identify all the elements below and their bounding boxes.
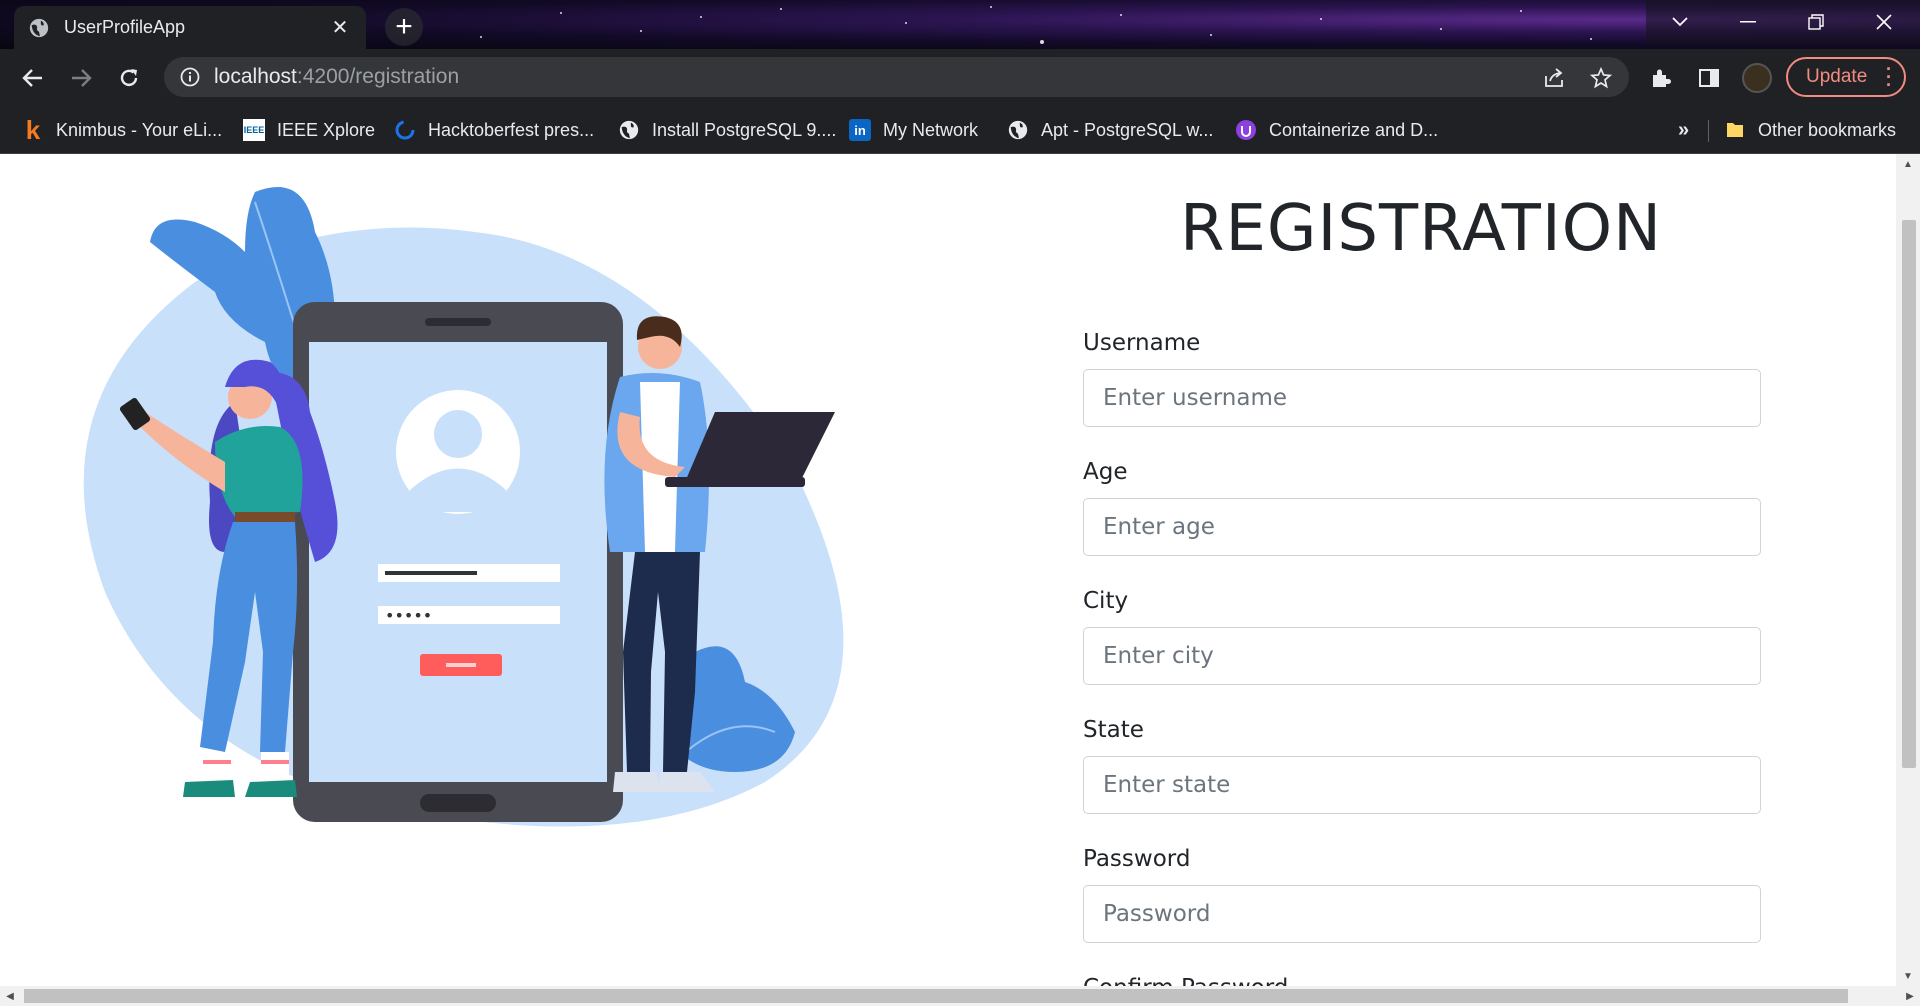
username-input[interactable] (1083, 369, 1761, 427)
other-bookmarks-folder[interactable]: Other bookmarks (1724, 106, 1896, 154)
username-label: Username (1083, 330, 1201, 356)
password-input[interactable] (1083, 885, 1761, 943)
info-icon[interactable] (180, 67, 200, 87)
other-bookmarks-label: Other bookmarks (1758, 119, 1897, 140)
page-title: REGISTRATION (1180, 192, 1662, 266)
menu-dots-icon: · · · (1886, 59, 1892, 95)
bookmark-item[interactable]: k Knimbus - Your eLi... (22, 106, 222, 154)
horizontal-scrollbar[interactable]: ◀ ▶ (0, 986, 1920, 1006)
side-panel-icon[interactable] (1690, 59, 1728, 97)
bookmark-label: Hacktoberfest pres... (428, 119, 595, 140)
city-label: City (1083, 588, 1129, 614)
city-input[interactable] (1083, 627, 1761, 685)
age-label: Age (1083, 459, 1128, 485)
reload-icon (120, 69, 138, 87)
city-group: City (1083, 588, 1761, 685)
linkedin-icon: in (849, 119, 871, 141)
back-button[interactable] (14, 59, 52, 97)
url-host: localhost (214, 65, 297, 88)
profile-avatar[interactable] (1742, 63, 1772, 93)
reload-button[interactable] (110, 59, 148, 97)
bookmark-label: Knimbus - Your eLi... (56, 119, 223, 140)
username-group: Username (1083, 330, 1761, 427)
tab-userprofileapp[interactable]: UserProfileApp ✕ (14, 6, 366, 49)
bookmark-label: My Network (883, 119, 979, 140)
forward-button[interactable] (62, 59, 100, 97)
globe-icon (619, 120, 639, 140)
restore-button[interactable] (1782, 0, 1850, 44)
browser-toolbar: localhost:4200/registration Update · · · (0, 49, 1920, 106)
scroll-down-arrow-icon[interactable]: ▼ (1896, 966, 1920, 986)
forward-arrow-icon (72, 69, 92, 87)
containerize-icon (1236, 120, 1256, 140)
scroll-right-arrow-icon[interactable]: ▶ (1900, 986, 1920, 1006)
tab-search-icon[interactable] (1646, 0, 1714, 44)
globe-icon (1008, 120, 1028, 140)
bookmark-item[interactable]: Hacktoberfest pres... (394, 106, 594, 154)
vertical-scroll-thumb[interactable] (1902, 220, 1916, 768)
age-group: Age (1083, 459, 1761, 556)
scroll-left-arrow-icon[interactable]: ◀ (0, 986, 20, 1006)
registration-illustration: ••••• (83, 187, 844, 827)
page-content: ••••• REGISTRATION Username Enter userna… (0, 154, 1896, 986)
bookmark-item[interactable]: Install PostgreSQL 9.... (618, 106, 836, 154)
close-window-button[interactable] (1850, 0, 1918, 44)
confirm-password-label: Confirm Password (1083, 975, 1761, 986)
new-tab-button[interactable]: + (385, 8, 423, 46)
tab-strip: UserProfileApp ✕ + (0, 0, 1920, 49)
password-mask: ••••• (385, 606, 432, 625)
state-group: State (1083, 717, 1761, 814)
globe-icon (29, 18, 49, 37)
bookmark-item[interactable]: Containerize and D... (1235, 106, 1438, 154)
password-label: Password (1083, 846, 1191, 872)
bookmarks-divider (1708, 120, 1709, 142)
tab-title: UserProfileApp (64, 17, 186, 37)
address-bar[interactable]: localhost:4200/registration (164, 57, 1629, 97)
browser-window: UserProfileApp ✕ + localhost:4200/regis… (0, 0, 1920, 1006)
bookmarks-bar: k Knimbus - Your eLi... IEEE IEEE Xplore… (0, 106, 1920, 154)
update-button[interactable]: Update · · · (1786, 57, 1906, 97)
scroll-up-arrow-icon[interactable]: ▲ (1896, 154, 1920, 174)
bookmark-label: Containerize and D... (1269, 119, 1439, 140)
password-group: Password (1083, 846, 1761, 943)
bookmark-label: Install PostgreSQL 9.... (652, 119, 837, 140)
bookmark-star-icon[interactable] (1582, 59, 1620, 97)
bookmark-item[interactable]: in My Network (849, 106, 978, 154)
hacktoberfest-icon (395, 120, 415, 140)
share-icon[interactable] (1535, 59, 1573, 97)
bookmark-label: IEEE Xplore (277, 119, 376, 140)
ieee-icon: IEEE (243, 119, 265, 141)
close-tab-icon[interactable]: ✕ (328, 16, 352, 40)
state-input[interactable] (1083, 756, 1761, 814)
bookmarks-overflow-button[interactable]: » (1678, 106, 1689, 154)
minimize-button[interactable] (1714, 0, 1782, 44)
back-arrow-icon (22, 69, 42, 87)
bookmark-item[interactable]: IEEE IEEE Xplore (243, 106, 375, 154)
update-label: Update (1806, 66, 1868, 87)
age-input[interactable] (1083, 498, 1761, 556)
confirm-password-group: Confirm Password (1083, 975, 1761, 986)
state-label: State (1083, 717, 1144, 743)
bookmark-label: Apt - PostgreSQL w... (1041, 119, 1214, 140)
url-path: :4200/registration (296, 65, 460, 88)
vertical-scrollbar[interactable]: ▲ ▼ (1896, 154, 1920, 986)
extensions-icon[interactable] (1642, 59, 1680, 97)
bookmark-item[interactable]: Apt - PostgreSQL w... (1007, 106, 1213, 154)
horizontal-scroll-thumb[interactable] (24, 989, 1848, 1003)
woman-shirt (215, 426, 303, 517)
knimbus-icon: k (25, 114, 41, 145)
folder-icon (1727, 123, 1743, 137)
